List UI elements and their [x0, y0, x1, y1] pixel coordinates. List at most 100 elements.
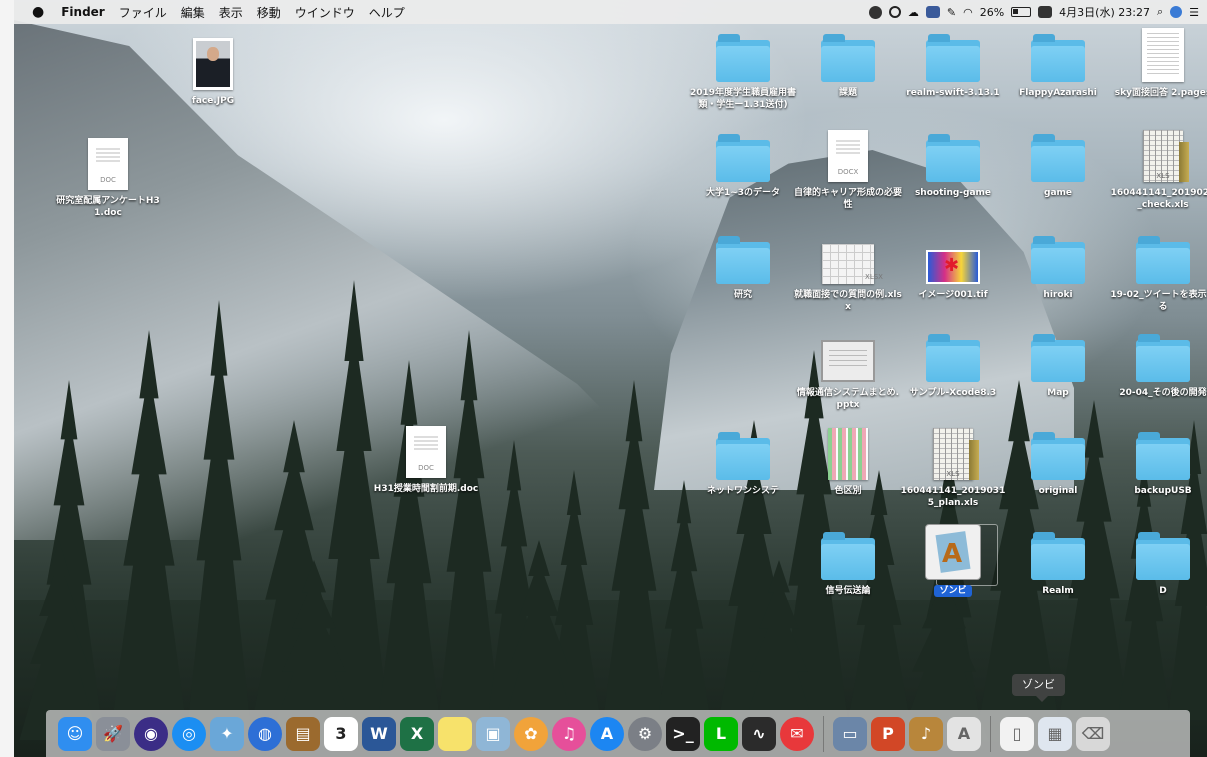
folder-icon — [716, 236, 770, 284]
battery-icon[interactable] — [1011, 7, 1032, 17]
folder-icon — [1136, 236, 1190, 284]
desktop-icon-label: Realm — [1042, 586, 1074, 596]
desktop-icon[interactable]: 課題 — [794, 22, 902, 99]
desktop-icon-label: ネットワンシステ — [706, 486, 779, 496]
trash-icon[interactable]: ⌫ — [1076, 716, 1110, 751]
folder-icon — [716, 134, 770, 182]
xcode-app-icon — [925, 524, 981, 580]
desktop-icon[interactable]: DOC H31授業時間割前期.doc — [372, 418, 480, 495]
doc-file-icon: DOC — [88, 138, 128, 190]
spotlight-search-icon[interactable]: ⌕ — [1157, 5, 1163, 19]
menu-go[interactable]: 移動 — [250, 4, 288, 21]
desktop-icon[interactable]: XLSX 就職面接での質問の例.xlsx — [794, 224, 902, 313]
apple-menu-icon[interactable]: ● — [14, 4, 54, 20]
desktop-icon[interactable]: game — [1004, 122, 1112, 199]
clock[interactable]: 4月3日(水) 23:27 — [1059, 4, 1150, 20]
siri-icon[interactable]: ◉ — [134, 716, 168, 751]
menu-edit[interactable]: 編集 — [174, 4, 212, 21]
desktop-icon[interactable]: face.JPG — [159, 30, 267, 107]
desktop-icon[interactable]: 20-04_その後の開発 — [1109, 322, 1207, 399]
terminal-icon[interactable]: >_ — [666, 716, 700, 751]
desktop-icon[interactable]: backupUSB — [1109, 420, 1207, 497]
preview-icon[interactable]: ✦ — [210, 716, 244, 751]
image-capture-icon[interactable]: ▣ — [476, 716, 510, 751]
desktop-icon[interactable]: ネットワンシステ — [689, 420, 797, 497]
dock-separator — [823, 715, 824, 752]
desktop-icon[interactable]: Map — [1004, 322, 1112, 399]
screen-sharing-icon[interactable]: ▦ — [1038, 716, 1072, 751]
activity-monitor-icon[interactable]: ∿ — [742, 716, 776, 751]
document-stack-icon[interactable]: ▯ — [1000, 716, 1034, 751]
desktop-icon[interactable]: DOCX 自律的キャリア形成の必要性 — [794, 122, 902, 211]
itunes-icon[interactable]: ♫ — [552, 716, 586, 751]
wifi-icon[interactable]: ◠ — [963, 6, 973, 19]
desktop-icon[interactable]: shooting-game — [899, 122, 1007, 199]
excel-icon[interactable]: X — [400, 716, 434, 751]
desktop-icon[interactable]: FlappyAzarashi — [1004, 22, 1112, 99]
xlsx-file-icon: XLSX — [822, 244, 883, 284]
menu-window[interactable]: ウインドウ — [288, 4, 362, 21]
notebook-icon[interactable]: ▤ — [286, 716, 320, 751]
xls-file-icon: XLS — [1143, 130, 1189, 182]
record-status-icon[interactable] — [868, 5, 882, 19]
mail-icon[interactable]: ✉ — [780, 716, 814, 751]
desktop-icon-selected[interactable]: ゾンビ — [899, 520, 1007, 597]
desktop-icon[interactable]: 色区別 — [794, 420, 902, 497]
desktop-icon-label: H31授業時間割前期.doc — [373, 484, 479, 494]
desktop-icon[interactable]: サンプル-Xcode8.3 — [899, 322, 1007, 399]
desktop-icon-label: 課題 — [838, 88, 857, 98]
calendar-icon[interactable]: 3 — [324, 716, 358, 751]
folder-icon — [716, 432, 770, 480]
pen-icon[interactable]: ✎ — [947, 6, 956, 19]
notification-center-icon[interactable]: ☰ — [1189, 6, 1199, 19]
desktop-icon[interactable]: XLS 160441141_20190315_plan.xls — [899, 420, 1007, 509]
cloud-icon[interactable]: ☁ — [908, 6, 919, 19]
screenshot-icon[interactable]: ▭ — [833, 716, 867, 751]
desktop-icon[interactable]: original — [1004, 420, 1112, 497]
desktop-icon[interactable]: イメージ001.tif — [899, 224, 1007, 301]
photos-icon[interactable]: ✿ — [514, 716, 548, 751]
desktop-icon[interactable]: 情報通信システムまとめ.pptx — [794, 322, 902, 411]
notes-icon[interactable] — [438, 716, 472, 751]
safari-icon[interactable]: ◎ — [172, 716, 206, 751]
powerpoint-icon[interactable]: P — [871, 716, 905, 751]
siri-menu-icon[interactable] — [1170, 6, 1183, 18]
desktop-icon-label: sky面接回答 2.pages — [1114, 88, 1207, 98]
guitar-icon[interactable]: ♪ — [909, 716, 943, 751]
desktop-icon[interactable]: XLS 160441141_2019027_check.xls — [1109, 122, 1207, 211]
folder-icon — [1136, 432, 1190, 480]
globe-icon[interactable]: ◍ — [248, 716, 282, 751]
menu-file[interactable]: ファイル — [112, 4, 174, 21]
desktop-icon[interactable]: DOC 研究室配属アンケートH31.doc — [54, 130, 162, 219]
line-icon[interactable]: L — [704, 716, 738, 751]
menu-view[interactable]: 表示 — [212, 4, 250, 21]
desktop-icon[interactable]: 19-02_ツイートを表示する — [1109, 224, 1207, 313]
desktop-icon[interactable]: 信号伝送論 — [794, 520, 902, 597]
desktop-icon-label: face.JPG — [191, 96, 235, 106]
finder-icon[interactable]: ☺ — [58, 716, 92, 751]
circle-status-icon[interactable] — [888, 6, 901, 18]
word-icon[interactable]: W — [362, 716, 396, 751]
desktop-icon[interactable]: sky面接回答 2.pages — [1109, 22, 1207, 99]
desktop-icon[interactable]: D — [1109, 520, 1207, 597]
desktop-icon[interactable]: realm-swift-3.13.1 — [899, 22, 1007, 99]
folder-icon — [821, 34, 875, 82]
app-store-icon[interactable]: A — [590, 716, 624, 751]
desktop-icon-label: 19-02_ツイートを表示する — [1110, 290, 1207, 312]
battery-percent[interactable]: 26% — [980, 6, 1004, 19]
desktop-icon[interactable]: 2019年度学生職員雇用書類・学生ー1.31送付) — [689, 22, 797, 111]
desktop-icon[interactable]: Realm — [1004, 520, 1112, 597]
xls-file-icon: XLS — [933, 428, 979, 480]
desktop-icon[interactable]: hiroki — [1004, 224, 1112, 301]
desktop-icon[interactable]: 研究 — [689, 224, 797, 301]
desktop-icon-label: サンプル-Xcode8.3 — [909, 388, 997, 398]
bluetooth-file-icon[interactable] — [925, 6, 940, 18]
system-preferences-icon[interactable]: ⚙ — [628, 716, 662, 751]
launchpad-icon[interactable]: 🚀 — [96, 716, 130, 751]
desktop-icon[interactable]: 大学1~3のデータ — [689, 122, 797, 199]
input-method-icon[interactable] — [1038, 6, 1053, 18]
desktop-icon-label: 色区別 — [834, 486, 862, 496]
menu-help[interactable]: ヘルプ — [362, 4, 412, 21]
app-menu-finder[interactable]: Finder — [54, 5, 112, 19]
xcode-app-icon[interactable]: A — [947, 716, 981, 751]
